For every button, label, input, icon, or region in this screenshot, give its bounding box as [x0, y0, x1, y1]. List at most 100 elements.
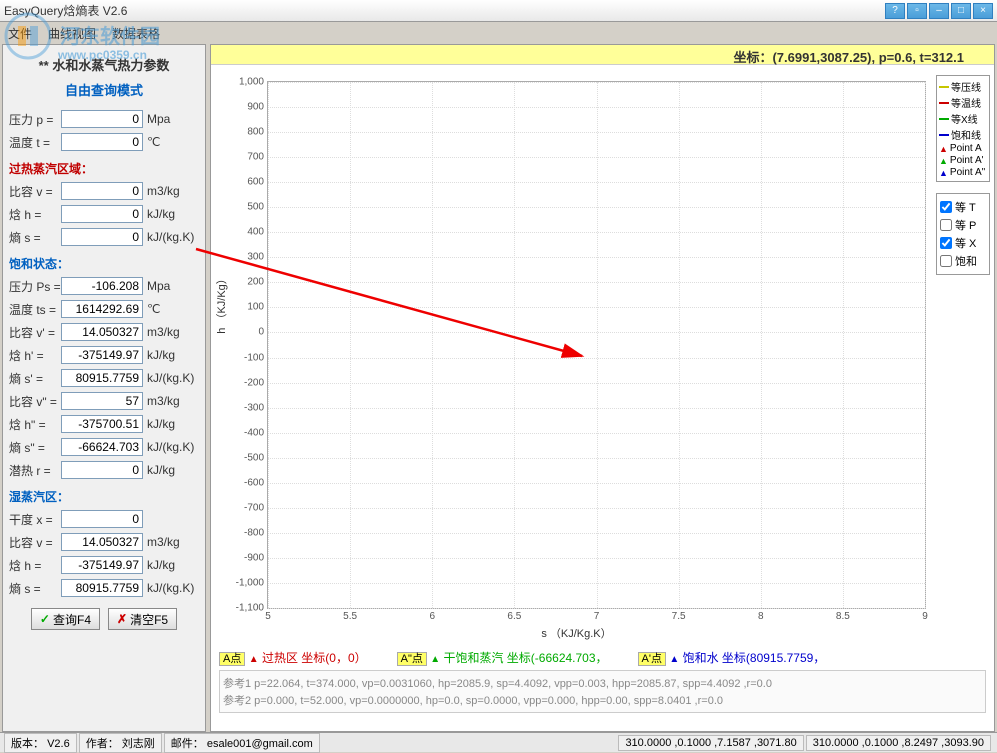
check-sat-input[interactable] [940, 255, 952, 267]
check-icon: ✓ [40, 612, 50, 626]
check-x-input[interactable] [940, 237, 952, 249]
legend-swatch-isotherm [939, 102, 949, 104]
reference-box: 参考1 p=22.064, t=374.000, vp=0.0031060, h… [219, 670, 986, 713]
close-button[interactable]: × [973, 3, 993, 19]
clear-button[interactable]: ✗清空F5 [108, 608, 177, 630]
sh-s-input[interactable] [61, 228, 143, 246]
vp-unit: m3/kg [147, 325, 199, 339]
coord-bar: 坐标：(7.6991,3087.25), p=0.6, t=312.1 [211, 45, 994, 65]
hpp-input[interactable] [61, 415, 143, 433]
wh-unit: kJ/kg [147, 558, 199, 572]
pointAp-badge: A'点 [638, 652, 666, 666]
sh-v-input[interactable] [61, 182, 143, 200]
p-input[interactable] [61, 110, 143, 128]
ps-label: 压力 Ps = [9, 278, 61, 295]
r-label: 潜热 r = [9, 462, 61, 479]
check-sat[interactable]: 饱和 [940, 253, 986, 269]
wv-label: 比容 v = [9, 534, 61, 551]
x-input[interactable] [61, 510, 143, 528]
min2-button[interactable]: ▫ [907, 3, 927, 19]
vpp-unit: m3/kg [147, 394, 199, 408]
legend-isobar: 等压线 [951, 79, 981, 94]
check-p-input[interactable] [940, 219, 952, 231]
sp-unit: kJ/(kg.K) [147, 371, 199, 385]
window-buttons: ? ▫ – □ × [885, 3, 993, 19]
help-button[interactable]: ? [885, 3, 905, 19]
vpp-input[interactable] [61, 392, 143, 410]
check-t[interactable]: 等 T [940, 199, 986, 215]
x-axis-label: s （KJ/Kg.K） [541, 625, 611, 641]
ps-input[interactable] [61, 277, 143, 295]
menu-file[interactable]: 文件 [8, 25, 32, 42]
wh-input[interactable] [61, 556, 143, 574]
window-title: EasyQuery焓熵表 V2.6 [4, 2, 885, 19]
spp-label: 熵 s" = [9, 439, 61, 456]
legend: 等压线 等温线 等X线 饱和线 ▲Point A ▲Point A' ▲Poin… [936, 75, 990, 182]
legend-swatch-isobar [939, 86, 949, 88]
check-t-label: 等 T [955, 199, 976, 215]
vp-input[interactable] [61, 323, 143, 341]
menu-data[interactable]: 数据表格 [112, 25, 160, 42]
sh-h-input[interactable] [61, 205, 143, 223]
legend-isotherm: 等温线 [951, 95, 981, 110]
check-t-input[interactable] [940, 201, 952, 213]
ts-input[interactable] [61, 300, 143, 318]
wh-label: 焓 h = [9, 557, 61, 574]
legend-pa: Point A [950, 143, 982, 154]
t-input[interactable] [61, 133, 143, 151]
wet-section: 湿蒸汽区： [9, 488, 199, 505]
sp-input[interactable] [61, 369, 143, 387]
hp-unit: kJ/kg [147, 348, 199, 362]
pointApp-badge: A"点 [397, 652, 427, 666]
panel-title: ** 水和水蒸气热力参数 [9, 55, 199, 74]
t-label: 温度 t = [9, 134, 61, 151]
triangle-icon: ▲ [939, 144, 948, 154]
sp-label: 熵 s' = [9, 370, 61, 387]
triangle-icon: ▲ [939, 156, 948, 166]
menu-curve[interactable]: 曲线视图 [48, 25, 96, 42]
vpp-label: 比容 v" = [9, 393, 61, 410]
ps-unit: Mpa [147, 279, 199, 293]
query-button[interactable]: ✓查询F4 [31, 608, 100, 630]
check-x[interactable]: 等 X [940, 235, 986, 251]
hp-input[interactable] [61, 346, 143, 364]
wv-input[interactable] [61, 533, 143, 551]
r-input[interactable] [61, 461, 143, 479]
sh-v-label: 比容 v = [9, 183, 61, 200]
hpp-label: 焓 h" = [9, 416, 61, 433]
sh-s-label: 熵 s = [9, 229, 61, 246]
statusbar: 版本： V2.6 作者： 刘志刚 邮件： esale001@gmail.com … [0, 732, 997, 752]
check-p[interactable]: 等 P [940, 217, 986, 233]
check-sat-label: 饱和 [955, 253, 977, 269]
p-label: 压力 p = [9, 111, 61, 128]
minimize-button[interactable]: – [929, 3, 949, 19]
spp-input[interactable] [61, 438, 143, 456]
sat-section: 饱和状态： [9, 255, 199, 272]
ref2: 参考2 p=0.000, t=52.000, vp=0.0000000, hp=… [223, 692, 982, 708]
check-p-label: 等 P [955, 217, 976, 233]
chart[interactable]: h （KJ/Kg） s （KJ/Kg.K） -1,100-1,000-900-8… [219, 69, 934, 643]
ws-input[interactable] [61, 579, 143, 597]
spp-unit: kJ/(kg.K) [147, 440, 199, 454]
hpp-unit: kJ/kg [147, 417, 199, 431]
legend-pap: Point A' [950, 155, 984, 166]
maximize-button[interactable]: □ [951, 3, 971, 19]
sh-v-unit: m3/kg [147, 184, 199, 198]
chart-area[interactable]: -1,100-1,000-900-800-700-600-500-400-300… [267, 81, 926, 609]
triangle-icon: ▲ [939, 168, 948, 178]
status-mail: 邮件： esale001@gmail.com [164, 733, 320, 753]
legend-swatch-sat [939, 134, 949, 136]
ts-label: 温度 ts = [9, 301, 61, 318]
left-panel: ** 水和水蒸气热力参数 自由查询模式 压力 p =Mpa 温度 t =℃ 过热… [2, 44, 206, 732]
query-mode: 自由查询模式 [9, 80, 199, 99]
cross-icon: ✗ [117, 612, 127, 626]
legend-sat: 饱和线 [951, 127, 981, 142]
hp-label: 焓 h' = [9, 347, 61, 364]
pointA-text: 过热区 坐标(0，0） [262, 651, 367, 665]
pointApp-text: 干饱和蒸汽 坐标(-66624.703， [443, 651, 607, 665]
pointA-badge: A点 [219, 652, 245, 666]
sh-h-label: 焓 h = [9, 206, 61, 223]
ws-unit: kJ/(kg.K) [147, 581, 199, 595]
ws-label: 熵 s = [9, 580, 61, 597]
sh-section: 过热蒸汽区域： [9, 160, 199, 177]
